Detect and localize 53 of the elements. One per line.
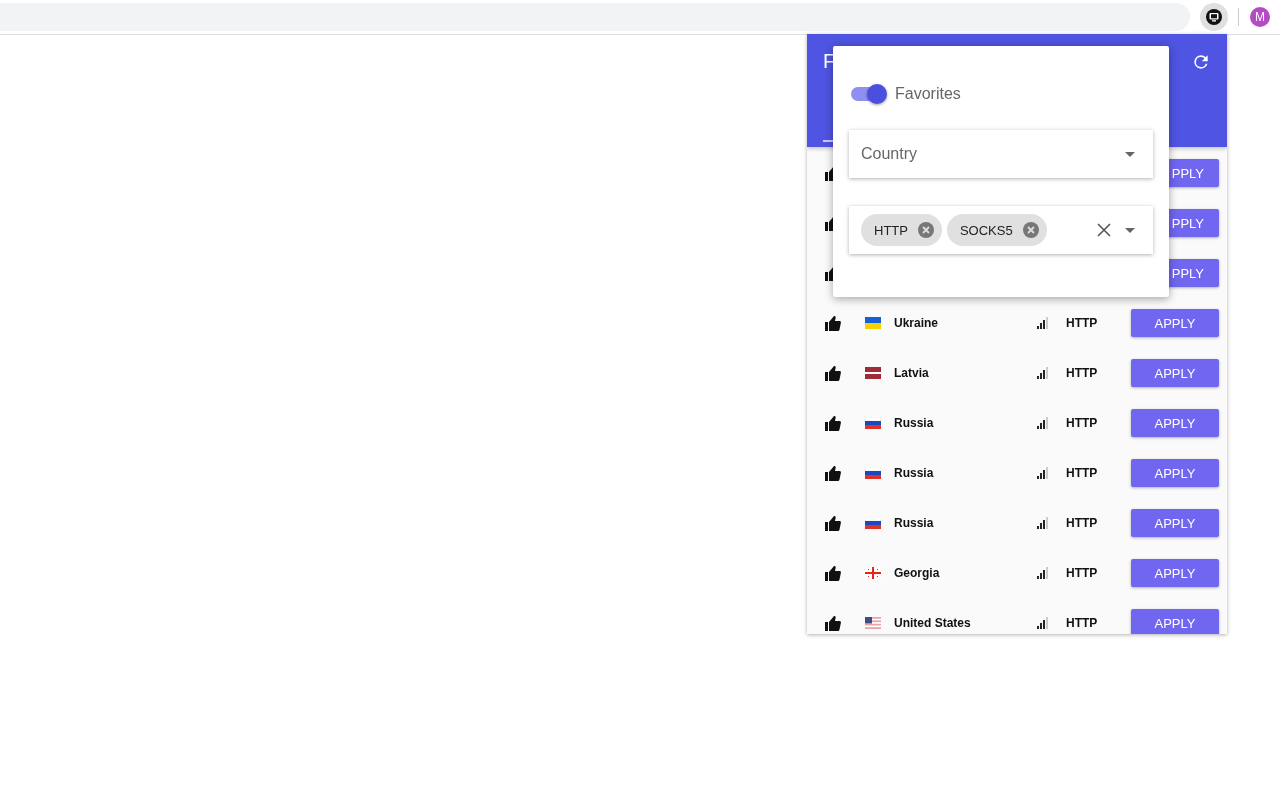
protocol-label: HTTP [1066,566,1099,580]
country-select[interactable]: Country [849,130,1153,178]
signal-icon [1037,467,1048,479]
country-name: Russia [894,516,935,530]
chip-label: SOCKS5 [959,222,1013,238]
apply-button[interactable]: APPLY [1131,459,1219,487]
remove-icon[interactable] [1022,222,1039,238]
flag-icon [865,467,881,479]
country-name: United States [894,616,972,630]
flag-icon [865,367,881,379]
flag-icon [865,617,881,629]
protocol-select[interactable]: HTTP SOCKS5 [849,206,1153,254]
protocol-label: HTTP [1066,316,1099,330]
chip-label: HTTP [874,222,908,238]
protocol-chip[interactable]: SOCKS5 [946,214,1047,246]
protocol-chip[interactable]: HTTP [861,214,942,246]
country-name: Russia [894,466,935,480]
caret-icon [1125,151,1135,157]
country-name: Latvia [894,366,930,380]
signal-icon [1037,317,1048,329]
protocol-label: HTTP [1066,516,1099,530]
monitor-icon [1206,9,1222,25]
flag-icon [865,517,881,529]
signal-icon [1037,617,1048,629]
protocol-label: HTTP [1066,416,1099,430]
apply-button[interactable]: APPLY [1131,309,1219,337]
flag-icon [865,417,881,429]
flag-icon [865,567,881,579]
apply-button[interactable]: APPLY [1131,359,1219,387]
country-name: Ukraine [894,316,940,330]
country-name: Russia [894,416,935,430]
extension-button[interactable] [1200,3,1228,31]
protocol-label: HTTP [1066,366,1099,380]
favorites-label: Favorites [895,85,961,103]
protocol-label: HTTP [1066,466,1099,480]
caret-icon [1125,227,1135,233]
clear-icon[interactable] [1097,223,1111,237]
favorites-switch[interactable] [851,87,885,101]
flag-icon [865,317,881,329]
country-name: Georgia [894,566,941,580]
signal-icon [1037,517,1048,529]
signal-icon [1037,567,1048,579]
protocol-label: HTTP [1066,616,1099,630]
refresh-icon[interactable] [1191,52,1211,72]
signal-icon [1037,417,1048,429]
signal-icon [1037,367,1048,379]
remove-icon[interactable] [917,222,934,238]
apply-button[interactable]: APPLY [1131,609,1219,634]
apply-button[interactable]: APPLY [1131,509,1219,537]
profile-avatar[interactable]: M [1250,7,1270,27]
apply-button[interactable]: APPLY [1131,559,1219,587]
apply-button[interactable]: APPLY [1131,409,1219,437]
country-placeholder: Country [861,145,919,163]
